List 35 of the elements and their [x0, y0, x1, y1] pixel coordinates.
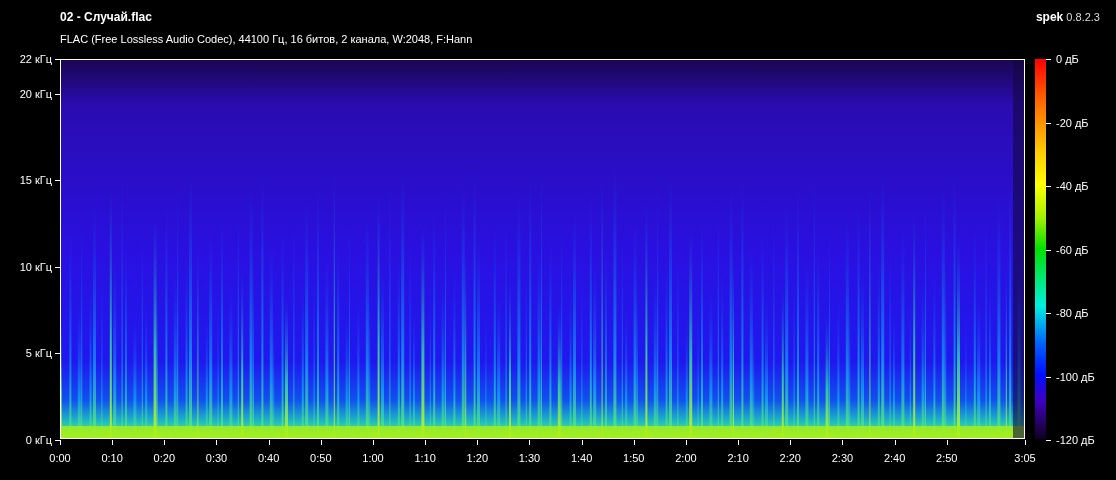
time-label: 1:10 — [414, 452, 436, 464]
time-label: 1:20 — [466, 452, 488, 464]
decibel-label: -60 дБ — [1056, 243, 1089, 256]
time-label: 3:05 — [1014, 452, 1036, 464]
app-version: spek 0.8.2.3 — [1035, 10, 1100, 24]
time-label: 0:20 — [153, 452, 175, 464]
time-label: 1:30 — [518, 452, 541, 464]
frequency-label: 22 кГц — [19, 53, 52, 65]
time-label: 0:10 — [101, 452, 123, 464]
time-label: 0:40 — [257, 452, 280, 464]
frequency-label: 5 кГц — [25, 347, 52, 360]
time-label: 2:30 — [831, 452, 854, 464]
time-label: 2:50 — [936, 452, 958, 464]
time-label: 2:40 — [883, 452, 906, 464]
frequency-label: 10 кГц — [19, 260, 52, 273]
time-label: 2:10 — [727, 452, 749, 464]
decibel-label: -20 дБ — [1056, 116, 1089, 129]
time-label: 0:50 — [310, 452, 332, 464]
time-label: 1:00 — [362, 452, 384, 464]
time-label: 2:00 — [675, 452, 697, 464]
audio-info: FLAC (Free Lossless Audio Codec), 44100 Гц, 16 битов, 2 канала, W:2048, F:Hann — [60, 33, 474, 45]
frequency-label: 15 кГц — [19, 174, 52, 187]
decibel-label: -40 дБ — [1056, 180, 1089, 192]
time-label: 2:20 — [779, 452, 801, 464]
frequency-label: 20 кГц — [19, 87, 52, 100]
frequency-label: 0 кГц — [25, 434, 52, 446]
decibel-label: 0 дБ — [1056, 53, 1079, 65]
decibel-label: -120 дБ — [1056, 434, 1095, 446]
decibel-label: -100 дБ — [1056, 370, 1095, 383]
decibel-label: -80 дБ — [1056, 307, 1089, 319]
file-title: 02 - Случай.flac — [60, 10, 152, 24]
time-label: 0:00 — [49, 452, 71, 464]
time-label: 0:30 — [205, 452, 228, 464]
time-label: 1:50 — [623, 452, 645, 464]
time-label: 1:40 — [570, 452, 593, 464]
